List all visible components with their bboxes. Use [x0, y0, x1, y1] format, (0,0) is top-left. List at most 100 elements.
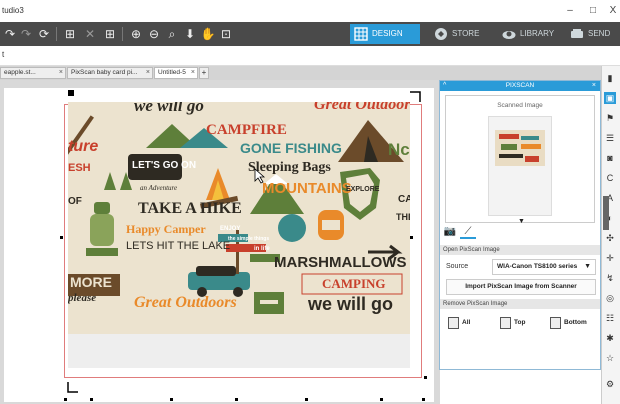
import-scanner-button[interactable]: Import PixScan Image from Scanner: [446, 279, 596, 295]
art-text-please: please: [68, 292, 97, 304]
minimize-button[interactable]: –: [563, 4, 577, 18]
add-tab-button[interactable]: +: [199, 67, 209, 79]
document-tabs: eapple.st... × PixScan baby card pi... ×…: [0, 66, 620, 80]
title-bar: tudio3 – □ X: [0, 0, 620, 22]
art-text-take-a-hike: TAKE A HIKE: [138, 200, 242, 217]
preview-down-icon: ▼: [518, 218, 525, 225]
send-icon[interactable]: ⚑: [604, 112, 616, 124]
nav-store-button[interactable]: STORE: [430, 24, 492, 44]
remove-top-label: Top: [514, 319, 526, 326]
tab-document-2[interactable]: PixScan baby card pi... ×: [67, 67, 153, 79]
art-text-campfire: CAMPFIRE: [206, 122, 287, 138]
zoom-select-icon[interactable]: ⌕: [164, 26, 180, 42]
modify-icon[interactable]: ↯: [604, 272, 616, 284]
chevron-down-icon: ▼: [584, 263, 591, 270]
pixscan-panel-header: ^ PIXSCAN ×: [440, 81, 600, 91]
preview-thumbnail: [495, 130, 545, 166]
fill-icon[interactable]: ◙: [604, 152, 616, 164]
pixscan-panel-title: PIXSCAN: [505, 82, 535, 89]
art-text-in-life: in life: [254, 246, 270, 252]
source-select[interactable]: WIA-Canon TS8100 series ▼: [492, 259, 596, 275]
info-icon[interactable]: ⚙: [604, 378, 616, 390]
collapse-icon[interactable]: ^: [443, 81, 446, 91]
select-all-icon[interactable]: ⊞: [62, 26, 78, 42]
scrollbar-thumb[interactable]: [603, 196, 609, 230]
nav-store-label: STORE: [452, 29, 480, 38]
close-icon[interactable]: ×: [592, 81, 596, 91]
tab-label: Untitled-5: [158, 69, 186, 76]
nav-library-label: LIBRARY: [520, 29, 555, 38]
art-text-we-will-go-bottom: we will go: [308, 294, 394, 314]
art-text-happy-camper: Happy Camper: [126, 222, 206, 236]
mouse-cursor: [254, 168, 266, 184]
art-text-camping: CAMPING: [322, 276, 386, 291]
scanned-artwork[interactable]: we will go Great Outdoors ture CAMPFIRE …: [68, 102, 410, 334]
scanned-image-margin: [68, 334, 410, 368]
refresh-icon[interactable]: ⟳: [36, 26, 52, 42]
remove-all-icon: [448, 317, 459, 329]
right-panel-strip: ▮ ▣ ⚑ ☰ ◙ C A ◐ ✣ ✛ ↯ ◎ ☷ ✱ ☆ ⚙: [601, 66, 620, 404]
camera-icon[interactable]: 📷: [442, 225, 458, 239]
offset-icon[interactable]: ◎: [604, 292, 616, 304]
close-window-button[interactable]: X: [606, 4, 620, 18]
nav-library-button[interactable]: LIBRARY: [498, 24, 560, 44]
art-text-mountains: MOUNTAINS: [262, 180, 352, 197]
tab-close-icon[interactable]: ×: [146, 68, 150, 78]
tab-close-icon[interactable]: ×: [191, 68, 195, 78]
favorites-icon[interactable]: ☆: [604, 352, 616, 364]
art-text-lets-hit-the-lake: LETS HIT THE LAKE: [126, 240, 231, 252]
remove-top-icon: [500, 317, 511, 329]
store-icon: [435, 28, 447, 40]
remove-section-header: Remove PixScan Image: [440, 299, 600, 309]
nav-design-button[interactable]: DESIGN: [350, 24, 420, 44]
art-text-ca: CA: [398, 194, 410, 205]
library-panel-icon[interactable]: ✱: [604, 332, 616, 344]
remove-bottom-icon: [550, 317, 561, 329]
remove-bottom-button[interactable]: Bottom: [548, 313, 587, 333]
open-section-header: Open PixScan Image: [440, 245, 600, 255]
art-text-the-simple-things: the simple things: [228, 236, 270, 242]
art-text-esh: ESH: [68, 162, 91, 174]
scanner-icon[interactable]: ⟋: [460, 225, 476, 239]
properties-bar: t: [0, 46, 620, 66]
move-down-icon[interactable]: ⬇: [182, 26, 198, 42]
select-icon[interactable]: ⊞: [102, 26, 118, 42]
art-text-ture: ture: [68, 138, 99, 155]
page-setup-icon[interactable]: ▮: [604, 72, 616, 84]
art-text-we-will-go: we will go: [134, 102, 204, 115]
transform-icon[interactable]: ✣: [604, 232, 616, 244]
tab-document-3[interactable]: Untitled-5 ×: [154, 67, 198, 79]
layers-icon[interactable]: ☷: [604, 312, 616, 324]
art-text-the: THE: [396, 212, 410, 222]
source-label: Source: [446, 263, 469, 270]
tab-label: eapple.st...: [4, 69, 36, 76]
art-text-gone-fishing: GONE FISHING: [240, 140, 342, 156]
deselect-icon[interactable]: ✕: [82, 26, 98, 42]
undo-icon[interactable]: ↷: [18, 26, 34, 42]
zoom-in-icon[interactable]: ⊕: [128, 26, 144, 42]
zoom-out-icon[interactable]: ⊖: [146, 26, 162, 42]
art-text-enjoy: ENJOY: [220, 226, 241, 232]
library-icon: [502, 31, 516, 39]
art-text-explore: EXPLORE: [346, 186, 380, 193]
pixscan-icon[interactable]: ▣: [604, 92, 616, 104]
tab-close-icon[interactable]: ×: [59, 68, 63, 78]
pan-hand-icon[interactable]: ✋: [200, 26, 216, 42]
window-title: tudio3: [2, 6, 24, 15]
scanned-image-preview: Scanned Image ▼: [445, 95, 595, 225]
text-style-icon[interactable]: C: [604, 172, 616, 184]
replicate-icon[interactable]: ✛: [604, 252, 616, 264]
fit-page-icon[interactable]: ⊡: [218, 26, 234, 42]
remove-top-button[interactable]: Top: [498, 313, 525, 333]
line-icon[interactable]: ☰: [604, 132, 616, 144]
remove-all-label: All: [462, 319, 471, 326]
art-text-more: MORE: [70, 274, 112, 290]
remove-all-button[interactable]: All: [446, 313, 470, 333]
remove-bottom-label: Bottom: [564, 319, 587, 326]
nav-send-label: SEND: [588, 29, 611, 38]
pixscan-panel: ^ PIXSCAN × Scanned Image ▼ 📷 ⟋ Open Pix…: [439, 80, 601, 370]
tab-document-1[interactable]: eapple.st... ×: [0, 67, 66, 79]
maximize-button[interactable]: □: [586, 4, 600, 18]
redo-icon[interactable]: ↷: [2, 26, 18, 42]
nav-send-button[interactable]: SEND: [566, 24, 620, 44]
